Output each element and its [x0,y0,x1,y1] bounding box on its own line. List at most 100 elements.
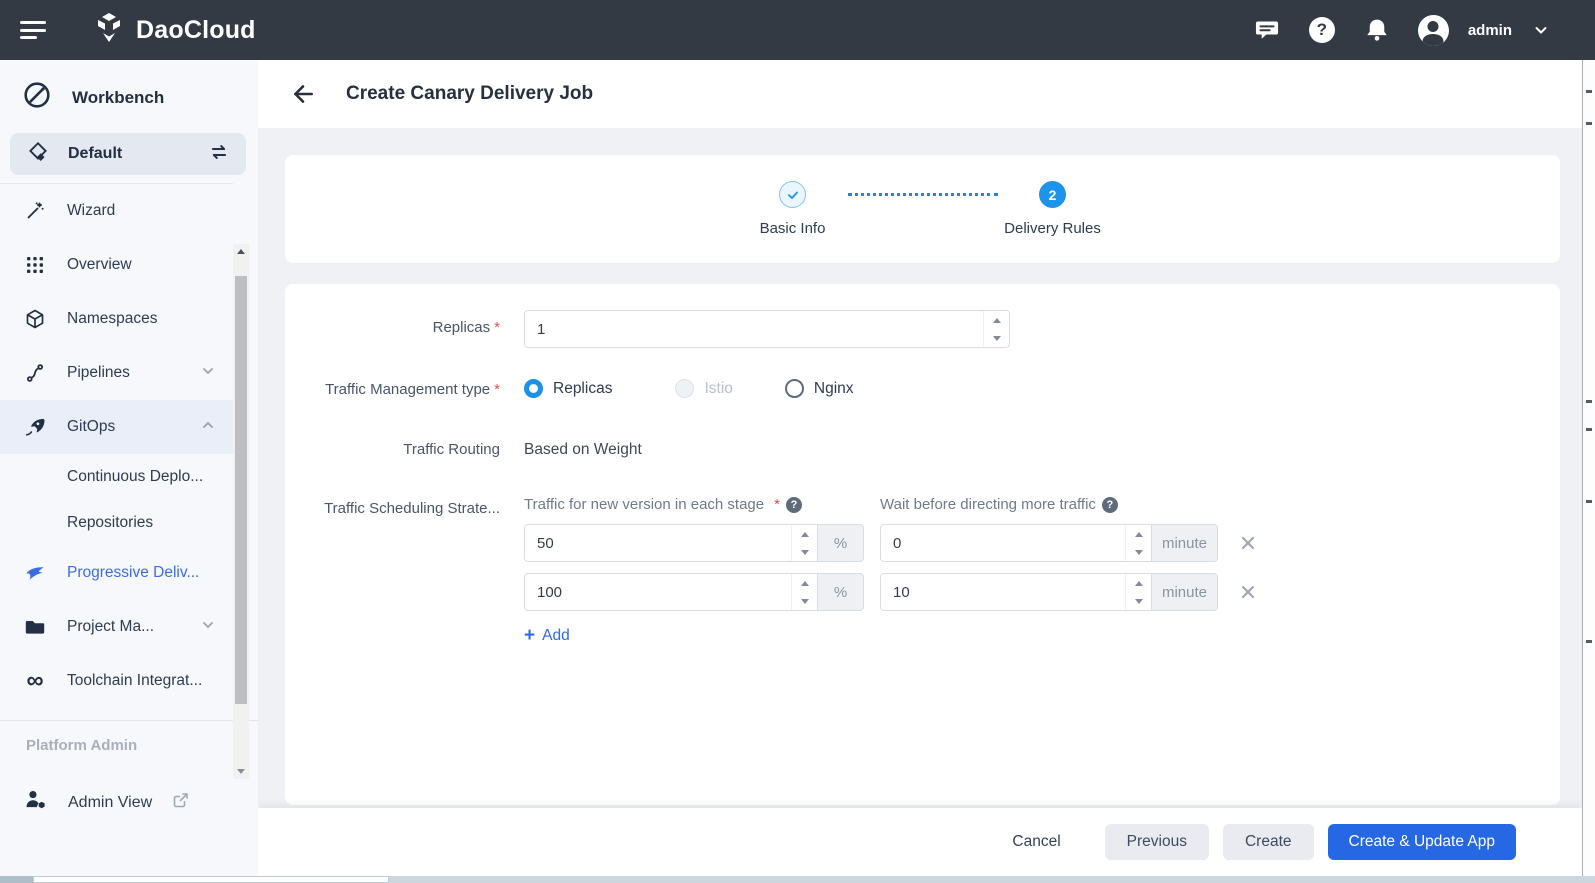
feedback-chat-icon[interactable] [1253,16,1281,44]
sidebar-item-pipelines[interactable]: Pipelines [0,346,233,400]
replicas-input[interactable] [525,311,1009,347]
workspace-selector[interactable]: Default [10,133,246,175]
spinner-down-icon[interactable] [801,550,809,555]
wait-header: Wait before directing more traffic [880,496,1096,513]
horizontal-scrollbar-thumb[interactable] [33,876,389,883]
workbench-label: Workbench [72,88,164,108]
scroll-down-icon[interactable] [233,764,249,779]
stage-row-1: % minute [524,524,1256,562]
admin-user-icon [24,788,48,817]
stage2-traffic-spinner[interactable] [791,574,817,610]
top-navigation-bar: DaoCloud ? admin [0,0,1595,60]
chevron-down-icon[interactable] [1533,22,1549,38]
spinner-down-icon[interactable] [1135,599,1143,604]
replicas-label: Replicas [433,319,491,336]
create-update-app-button[interactable]: Create & Update App [1328,824,1517,860]
radio-unselected-icon [785,379,804,398]
chevron-up-icon [201,418,215,437]
sidebar-item-overview[interactable]: Overview [0,238,233,292]
stage1-traffic-input[interactable] [525,525,817,561]
switch-workspace-icon[interactable] [208,141,230,168]
traffic-routing-value: Based on Weight [524,432,642,459]
remove-stage-button[interactable] [1240,535,1256,551]
page-title: Create Canary Delivery Job [346,83,593,105]
radio-selected-icon [524,379,543,398]
stage2-wait-input[interactable] [881,574,1151,610]
workspace-name: Default [68,145,190,163]
stage2-wait-spinner[interactable] [1125,574,1151,610]
sidebar-item-project-management[interactable]: Project Ma... [0,600,233,654]
radio-replicas[interactable]: Replicas [524,379,612,398]
stage2-traffic-input[interactable] [525,574,817,610]
grid-icon [24,255,46,275]
radio-nginx[interactable]: Nginx [785,379,854,398]
spinner-up-icon[interactable] [1135,581,1143,586]
spinner-up-icon[interactable] [801,581,809,586]
radio-disabled-icon [675,379,694,398]
avatar [1418,15,1449,46]
scheduling-label: Traffic Scheduling Strate... [285,496,500,645]
sidebar-item-workbench[interactable]: Workbench [0,60,258,131]
required-asterisk: * [494,319,500,336]
sidebar-item-wizard[interactable]: Wizard [0,184,233,238]
chevron-down-icon [201,364,215,383]
spinner-down-icon[interactable] [1135,550,1143,555]
sidebar-item-progressive-delivery[interactable]: Progressive Deliv... [0,546,233,600]
horizontal-scrollbar[interactable] [0,876,1595,883]
sidebar-item-admin-view[interactable]: Admin View [0,788,258,817]
workbench-icon [22,80,52,115]
remove-stage-button[interactable] [1240,584,1256,600]
window-edge-strip [1582,60,1595,876]
sidebar-item-gitops[interactable]: GitOps [0,400,233,454]
cube-icon [24,308,46,330]
spinner-up-icon[interactable] [801,532,809,537]
step-complete-check-icon [779,181,806,208]
app-window: DaoCloud ? admin [0,0,1595,883]
replicas-row: Replicas* [285,310,1560,348]
main-content: Basic Info 2 Delivery Rules Replicas* [258,128,1582,876]
folder-icon [24,616,46,638]
previous-button[interactable]: Previous [1105,824,1209,860]
replicas-spinner[interactable] [983,311,1009,347]
help-tooltip-icon[interactable]: ? [786,497,802,513]
stage1-wait-input[interactable] [881,525,1151,561]
percent-unit-addon: % [818,524,864,562]
scrollbar-corner [0,876,33,883]
traffic-stage-header: Traffic for new version in each stage [524,496,764,513]
user-menu[interactable] [1418,16,1449,44]
form-footer: Cancel Previous Create Create & Update A… [258,808,1582,876]
cancel-button[interactable]: Cancel [996,824,1076,860]
help-tooltip-icon[interactable]: ? [1102,497,1118,513]
sidebar-item-namespaces[interactable]: Namespaces [0,292,233,346]
sidebar-item-toolchain-integration[interactable]: ∞ Toolchain Integrat... [0,654,233,708]
spinner-up-icon[interactable] [993,318,1001,323]
back-arrow-icon[interactable] [290,81,316,107]
swallow-icon [24,561,46,585]
scrollbar-thumb[interactable] [235,276,247,704]
menu-icon[interactable] [20,19,48,41]
chevron-down-icon [201,618,215,637]
external-link-icon [172,791,190,814]
brand-logo[interactable]: DaoCloud [92,11,256,50]
create-button[interactable]: Create [1223,824,1314,860]
step-basic-info[interactable]: Basic Info [738,181,848,237]
page-header: Create Canary Delivery Job [258,60,1582,128]
topbar-actions: ? admin [1253,16,1595,44]
add-stage-button[interactable]: + Add [524,626,594,645]
stage1-traffic-spinner[interactable] [791,525,817,561]
spinner-down-icon[interactable] [993,336,1001,341]
step-delivery-rules[interactable]: 2 Delivery Rules [998,181,1108,237]
notifications-bell-icon[interactable] [1363,16,1391,44]
sidebar-scrollbar[interactable] [233,244,249,779]
sidebar-item-continuous-deployment[interactable]: Continuous Deplo... [0,454,233,500]
sidebar-item-repositories[interactable]: Repositories [0,500,233,546]
radio-istio: Istio [675,379,732,398]
scroll-up-icon[interactable] [233,244,249,259]
spinner-up-icon[interactable] [1135,532,1143,537]
spinner-down-icon[interactable] [801,599,809,604]
sidebar-platform-section: Platform Admin Admin View [0,720,258,817]
stage-row-2: % minute [524,573,1256,611]
daocloud-logo-icon [92,11,126,50]
help-icon[interactable]: ? [1308,16,1336,44]
stage1-wait-spinner[interactable] [1125,525,1151,561]
